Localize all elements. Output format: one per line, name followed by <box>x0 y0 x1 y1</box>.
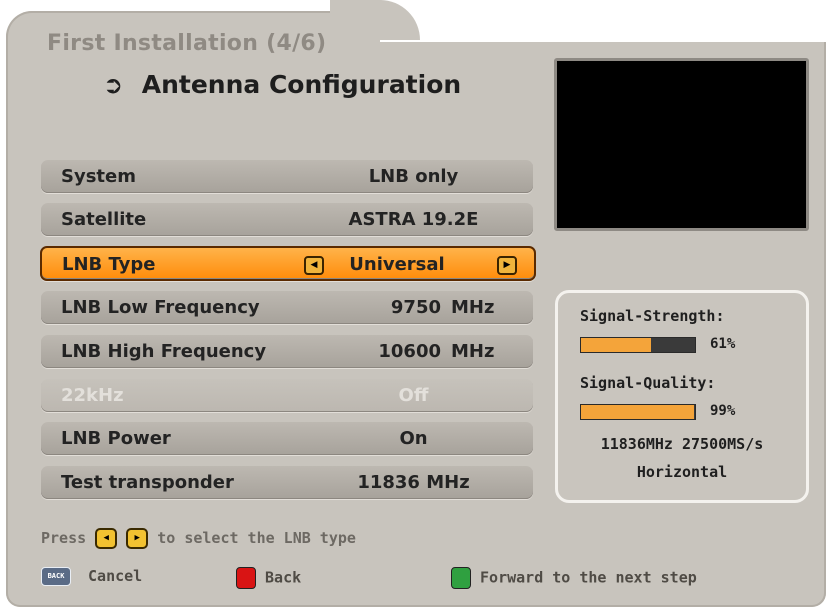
forward-button[interactable]: Forward to the next step <box>451 567 697 589</box>
setting-label: LNB Power <box>61 428 171 449</box>
setting-label: LNB Low Frequency <box>61 297 260 318</box>
forward-label: Forward to the next step <box>480 568 697 587</box>
hint-suffix: to select the LNB type <box>157 529 356 547</box>
cancel-button[interactable]: BACK Cancel <box>41 567 142 586</box>
page-heading: ➲ Antenna Configuration <box>103 70 461 99</box>
polarization: Horizontal <box>636 463 728 481</box>
setting-unit: MHz <box>451 341 495 362</box>
signal-strength-value: 61% <box>710 336 736 352</box>
arrow-icon: ➲ <box>103 71 124 99</box>
window-top-background <box>380 0 831 42</box>
left-arrow-icon[interactable]: ◀ <box>304 256 324 275</box>
setting-label: System <box>61 166 136 187</box>
setting-value: 10600 <box>378 341 441 362</box>
setting-row-22khz: 22kHz Off <box>41 379 533 412</box>
setting-label: LNB Type <box>62 254 156 275</box>
signal-quality-fill <box>581 405 694 419</box>
setting-row-lnb-power[interactable]: LNB Power On <box>41 422 533 455</box>
hint-prefix: Press <box>41 529 87 547</box>
setting-row-lnb-high-frequency[interactable]: LNB High Frequency 10600 MHz <box>41 335 533 368</box>
hint-text: Press ◀ ▶ to select the LNB type <box>41 528 356 549</box>
setting-value: Off <box>398 385 429 406</box>
back-button[interactable]: Back <box>236 567 301 589</box>
right-key-icon: ▶ <box>126 528 149 549</box>
left-key-icon: ◀ <box>95 528 118 549</box>
setting-value: On <box>399 428 428 449</box>
setting-row-satellite[interactable]: Satellite ASTRA 19.2E <box>41 203 533 236</box>
transponder-info: 11836MHz 27500MS/s <box>600 435 764 453</box>
signal-strength-label: Signal-Strength: <box>580 307 725 325</box>
back-label: Back <box>265 568 302 587</box>
signal-quality-value: 99% <box>710 403 736 419</box>
red-key-icon <box>236 567 256 589</box>
setting-value: 11836 MHz <box>357 472 470 493</box>
window-title: First Installation (4/6) <box>47 31 327 56</box>
signal-quality-label: Signal-Quality: <box>580 374 716 392</box>
back-key-icon: BACK <box>41 567 71 586</box>
setting-value: ASTRA 19.2E <box>348 209 479 230</box>
setting-value: Universal <box>349 254 445 275</box>
setting-label: LNB High Frequency <box>61 341 267 362</box>
page-heading-text: Antenna Configuration <box>141 70 462 99</box>
setting-row-lnb-low-frequency[interactable]: LNB Low Frequency 9750 MHz <box>41 291 533 324</box>
video-preview <box>554 58 809 231</box>
setting-label: Satellite <box>61 209 147 230</box>
setting-value: 9750 <box>390 297 441 318</box>
right-arrow-icon[interactable]: ▶ <box>497 256 517 275</box>
setting-label: Test transponder <box>61 472 234 493</box>
setting-row-system[interactable]: System LNB only <box>41 160 533 193</box>
green-key-icon <box>451 567 471 589</box>
setting-unit: MHz <box>451 297 495 318</box>
cancel-label: Cancel <box>88 567 143 585</box>
setting-value: LNB only <box>368 166 459 187</box>
setting-row-lnb-type[interactable]: LNB Type ◀ Universal ▶ <box>40 246 536 281</box>
setting-label: 22kHz <box>61 385 124 406</box>
signal-quality-bar <box>580 404 696 420</box>
setting-row-test-transponder[interactable]: Test transponder 11836 MHz <box>41 466 533 499</box>
signal-strength-fill <box>581 338 651 352</box>
signal-strength-bar <box>580 337 696 353</box>
signal-panel: Signal-Strength: 61% Signal-Quality: 99%… <box>555 290 809 503</box>
